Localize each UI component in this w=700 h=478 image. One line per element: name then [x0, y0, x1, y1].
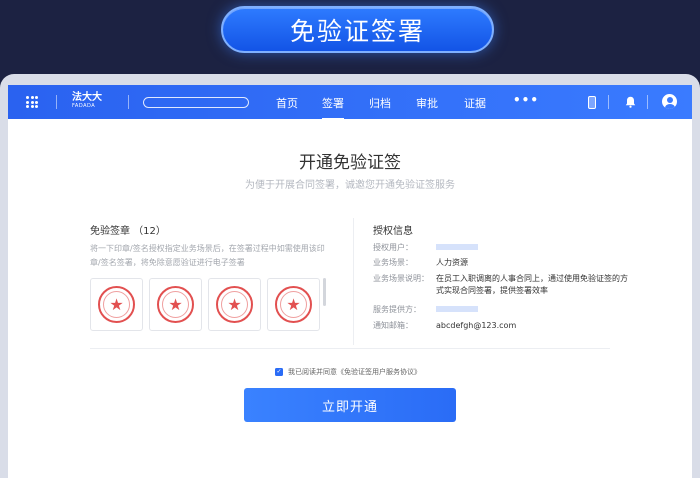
agreement-row: ✓ 我已阅读并同意 《免验证签用户服务协议》 — [275, 367, 421, 377]
nav-item-archive[interactable]: 归档 — [369, 95, 391, 111]
bell-icon[interactable] — [625, 96, 636, 108]
auth-label: 通知邮箱： — [373, 321, 413, 330]
logo-text-cn: 法大大 — [72, 92, 102, 103]
auth-label: 服务提供方： — [373, 305, 421, 314]
redacted-value — [436, 244, 478, 250]
agreement-link[interactable]: 《免验证签用户服务协议》 — [337, 367, 421, 377]
section-divider — [353, 218, 354, 345]
seal-list: ★ ★ ★ ★ — [90, 278, 320, 331]
content-divider — [90, 348, 610, 349]
seal-card[interactable]: ★ — [208, 278, 261, 331]
seal-card[interactable]: ★ — [90, 278, 143, 331]
user-avatar-icon[interactable] — [662, 94, 677, 109]
auth-value: 人力资源 — [436, 258, 468, 267]
page-title: 开通免验证签 — [299, 153, 401, 173]
search-input[interactable] — [143, 97, 249, 108]
nav-separator — [647, 95, 648, 109]
auth-value: 在员工入职调离的人事合同上，通过使用免验证签的方式实现合同签署，提供签署效率 — [436, 274, 628, 295]
agreement-checkbox[interactable]: ✓ — [275, 368, 283, 376]
auth-label: 授权用户： — [373, 243, 413, 252]
fadada-logo[interactable]: 法大大 FADADA — [72, 93, 102, 109]
more-icon[interactable]: ••• — [513, 93, 539, 107]
nav-item-evidence[interactable]: 证据 — [464, 95, 486, 111]
seal-card[interactable]: ★ — [149, 278, 202, 331]
app-screen: 法大大 FADADA 首页 签署 归档 审批 证据 ••• 开通免验证签 为便于… — [8, 85, 692, 478]
app-grid-icon[interactable] — [26, 96, 38, 108]
page-subtitle: 为便于开展合同签署，诚邀您开通免验证签服务 — [245, 180, 455, 191]
top-nav: 法大大 FADADA 首页 签署 归档 审批 证据 ••• — [8, 85, 692, 120]
nav-separator — [56, 95, 57, 109]
banner-title: 免验证签署 — [289, 16, 425, 46]
seal-stamp-icon: ★ — [98, 286, 135, 323]
seal-stamp-icon: ★ — [275, 286, 312, 323]
seal-list-scrollbar[interactable] — [323, 278, 326, 306]
mobile-icon[interactable] — [588, 96, 596, 109]
nav-separator — [128, 95, 129, 109]
auth-heading: 授权信息 — [373, 226, 413, 237]
seal-stamp-icon: ★ — [157, 286, 194, 323]
seals-description: 将一下印章/签名授权指定业务场景后，在签署过程中如需使用该印章/签名签署，将免除… — [90, 244, 325, 267]
logo-text-en: FADADA — [72, 103, 96, 109]
seals-heading: 免验签章 （12） — [90, 226, 166, 237]
nav-separator — [608, 95, 609, 109]
promo-banner: 免验证签署 — [221, 6, 494, 53]
seal-card[interactable]: ★ — [267, 278, 320, 331]
nav-item-sign[interactable]: 签署 — [322, 95, 344, 120]
auth-label: 业务场景： — [373, 258, 413, 267]
activate-button[interactable]: 立即开通 — [244, 388, 456, 422]
seal-stamp-icon: ★ — [216, 286, 253, 323]
auth-value: abcdefgh@123.com — [436, 321, 517, 330]
redacted-value — [436, 306, 478, 312]
agreement-text: 我已阅读并同意 — [288, 368, 337, 376]
nav-item-home[interactable]: 首页 — [276, 95, 298, 111]
nav-item-approval[interactable]: 审批 — [416, 95, 438, 111]
auth-label: 业务场景说明： — [373, 274, 429, 283]
